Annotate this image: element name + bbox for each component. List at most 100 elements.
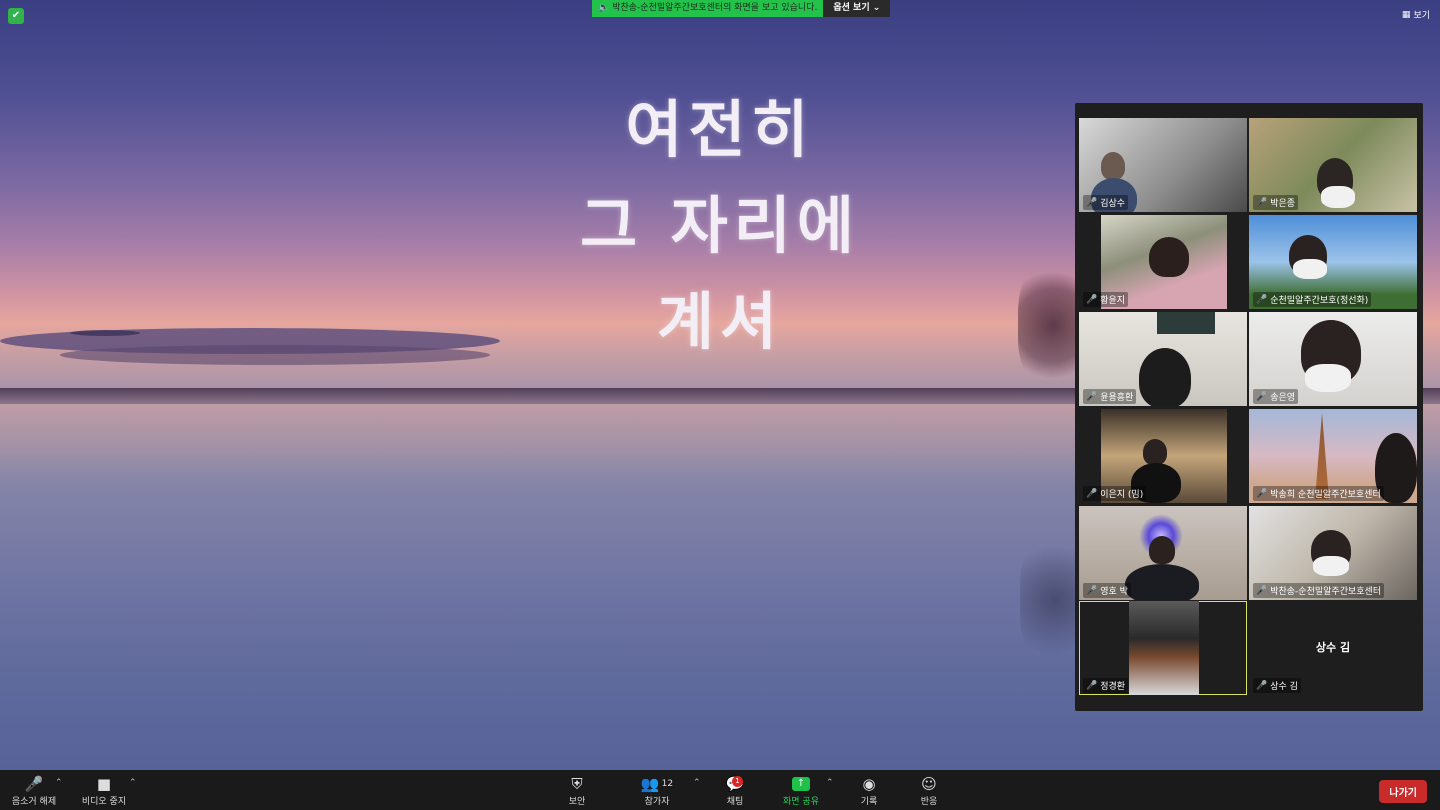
video-options-chevron-icon[interactable]: ⌃: [129, 778, 137, 788]
chat-label: 채팅: [726, 797, 744, 807]
mic-muted-icon: 🎤: [1086, 197, 1098, 208]
lyric-line: 여전히: [625, 93, 815, 166]
security-shield-icon[interactable]: ✔: [8, 8, 24, 24]
video-tile-active-speaker[interactable]: 🎤 정경환: [1079, 601, 1247, 695]
video-tile[interactable]: 🎤 박송희 순천밀알주간보호센터: [1249, 409, 1417, 503]
view-label: 보기: [1413, 11, 1430, 21]
video-feed: [1157, 312, 1215, 334]
participants-button[interactable]: 👥 12 참가자: [636, 774, 678, 807]
meeting-toolbar: 🎤 음소거 해제 ⌃ ■ 비디오 중지 ⌃ ⛨ 보안 👥12 참가자 ⌃ 💬 1…: [0, 770, 1440, 810]
video-camera-icon: ■: [96, 775, 112, 793]
participant-label: 🎤 이은지 (밈): [1083, 486, 1147, 501]
video-tile[interactable]: 🎤 송은영: [1249, 312, 1417, 406]
share-screen-label: 화면 공유: [783, 797, 819, 807]
mic-muted-icon: 🎤: [1256, 680, 1268, 691]
viewing-banner: 🔈 박찬송-순천밀알주간보호센터의 화면을 보고 있습니다. 옵션 보기 ⌄: [592, 0, 891, 17]
video-tile[interactable]: 🎤 순천밀알주간보호(정선화): [1249, 215, 1417, 309]
participant-name: 황윤지: [1100, 296, 1126, 306]
participant-name: 정경환: [1100, 682, 1126, 692]
chat-unread-badge: 1: [732, 776, 743, 787]
video-tile[interactable]: 🎤 이은지 (밈): [1079, 409, 1247, 503]
viewing-message-text: 박찬송-순천밀알주간보호센터의 화면을 보고 있습니다.: [612, 3, 818, 13]
reactions-button[interactable]: ☺ 반응: [915, 774, 943, 807]
video-tile-no-video[interactable]: 상수 김 🎤 상수 김: [1249, 601, 1417, 695]
face-mask: [1305, 364, 1351, 392]
participant-label: 🎤 윤용흥환: [1083, 389, 1137, 404]
share-options-chevron-icon[interactable]: ⌃: [826, 778, 834, 788]
participant-name: 상수 김: [1270, 682, 1298, 692]
mic-muted-icon: 🎤: [1256, 488, 1268, 499]
lyric-line: 계셔: [656, 285, 784, 358]
participants-icon: 👥 12: [640, 775, 674, 793]
participants-count: 12: [661, 779, 674, 789]
reactions-label: 반응: [920, 797, 938, 807]
view-options-label: 옵션 보기: [833, 3, 870, 13]
mic-muted-icon: 🎤: [1086, 680, 1098, 691]
video-feed: [1129, 601, 1199, 695]
face-mask: [1293, 259, 1327, 279]
view-options-button[interactable]: 옵션 보기 ⌄: [823, 0, 891, 17]
participants-chevron-icon[interactable]: ⌃: [693, 778, 701, 788]
participant-name: 영호 박: [1100, 587, 1128, 597]
participant-name: 박찬송-순천밀알주간보호센터: [1270, 587, 1382, 597]
cloud: [60, 345, 490, 365]
shield-icon: ⛨: [571, 775, 583, 793]
participant-display-name: 상수 김: [1315, 641, 1351, 654]
participant-label: 🎤 상수 김: [1253, 678, 1301, 693]
participant-name: 윤용흥환: [1100, 393, 1134, 403]
reactions-emoji-icon: ☺: [921, 775, 937, 793]
unmute-label: 음소거 해제: [11, 797, 57, 807]
participant-label: 🎤 박찬송-순천밀알주간보호센터: [1253, 583, 1385, 598]
participant-label: 🎤 정경환: [1083, 678, 1129, 693]
video-tile[interactable]: 🎤 황윤지: [1079, 215, 1247, 309]
mic-muted-icon: 🎤: [1256, 294, 1268, 305]
security-label: 보안: [568, 797, 586, 807]
participant-name: 박은종: [1270, 199, 1296, 209]
audio-options-chevron-icon[interactable]: ⌃: [55, 778, 63, 788]
chevron-down-icon: ⌄: [872, 3, 881, 13]
mic-muted-icon: 🎤: [1086, 294, 1098, 305]
mic-muted-icon: 🎤: [1256, 391, 1268, 402]
share-screen-button[interactable]: ↑ 화면 공유: [780, 774, 822, 807]
participant-figure: [1139, 348, 1191, 406]
participant-name: 김상수: [1100, 199, 1126, 209]
record-icon: ◉: [862, 775, 876, 793]
security-button[interactable]: ⛨ 보안: [560, 774, 594, 807]
video-tile[interactable]: 🎤 박은종: [1249, 118, 1417, 212]
mic-muted-icon: 🎤: [24, 775, 44, 793]
face-mask: [1321, 186, 1355, 208]
video-tile[interactable]: 🎤 영호 박: [1079, 506, 1247, 600]
video-tile[interactable]: 🎤 박찬송-순천밀알주간보호센터: [1249, 506, 1417, 600]
face-mask: [1313, 556, 1349, 576]
participant-name: 박송희 순천밀알주간보호센터: [1270, 490, 1381, 500]
participant-figure: [1101, 152, 1125, 180]
grid-icon: ▦: [1401, 9, 1411, 20]
stop-video-button[interactable]: ■ 비디오 중지: [78, 774, 130, 807]
record-label: 기록: [860, 797, 878, 807]
participants-label: 참가자: [644, 797, 670, 807]
cloud: [70, 330, 140, 336]
share-screen-icon: ↑: [792, 777, 810, 791]
mic-muted-icon: 🎤: [1086, 488, 1098, 499]
mic-muted-icon: 🎤: [1086, 585, 1098, 596]
participant-name: 순천밀알주간보호(정선화): [1270, 296, 1369, 306]
participant-gallery: 🎤 김상수 🎤 박은종 🎤 황윤지 🎤 순천밀알주간보호(정선화) 🎤 윤용흥환 🎤 송은영…: [1075, 103, 1423, 711]
participant-figure: [1149, 237, 1189, 277]
participant-figure: [1149, 536, 1175, 564]
participant-label: 🎤 박은종: [1253, 195, 1299, 210]
mic-muted-icon: 🎤: [1256, 585, 1268, 596]
unmute-button[interactable]: 🎤 음소거 해제: [8, 774, 60, 807]
video-tile[interactable]: 🎤 김상수: [1079, 118, 1247, 212]
viewing-message: 🔈 박찬송-순천밀알주간보호센터의 화면을 보고 있습니다.: [592, 0, 824, 17]
speaker-icon: 🔈: [598, 3, 610, 13]
chat-button[interactable]: 💬 1 채팅: [720, 774, 750, 807]
participant-name: 송은영: [1270, 393, 1296, 403]
participant-label: 🎤 김상수: [1083, 195, 1129, 210]
lyric-line: 그 자리에: [580, 189, 860, 262]
leave-button[interactable]: 나가기: [1379, 780, 1427, 803]
video-tile[interactable]: 🎤 윤용흥환: [1079, 312, 1247, 406]
participant-figure: [1125, 564, 1199, 600]
record-button[interactable]: ◉ 기록: [855, 774, 883, 807]
participant-name: 이은지 (밈): [1100, 490, 1144, 500]
view-button[interactable]: ▦ 보기: [1401, 8, 1430, 22]
